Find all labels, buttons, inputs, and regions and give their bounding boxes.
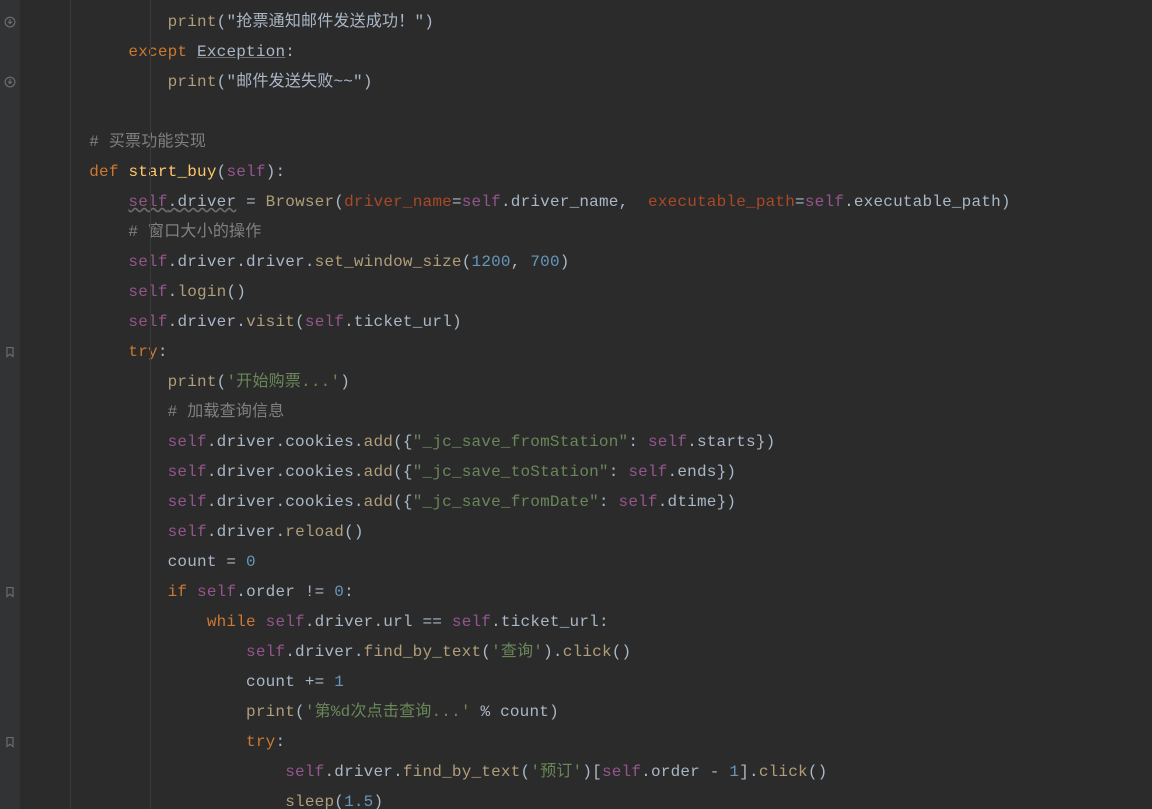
code-line[interactable]: self.driver.reload() (20, 517, 1152, 547)
bookmark-icon (4, 586, 16, 598)
code-line[interactable]: print("邮件发送失败~~") (20, 67, 1152, 97)
indent-guide (70, 0, 71, 809)
code-line[interactable]: self.driver.find_by_text('查询').click() (20, 637, 1152, 667)
bookmark-icon (4, 346, 16, 358)
code-line[interactable]: if self.order != 0: (20, 577, 1152, 607)
code-line[interactable]: print('第%d次点击查询...' % count) (20, 697, 1152, 727)
code-line[interactable]: while self.driver.url == self.ticket_url… (20, 607, 1152, 637)
code-line[interactable]: # 买票功能实现 (20, 127, 1152, 157)
gutter-row[interactable] (0, 577, 20, 607)
code-line[interactable]: count += 1 (20, 667, 1152, 697)
code-line[interactable]: # 窗口大小的操作 (20, 217, 1152, 247)
code-line[interactable]: self.driver.visit(self.ticket_url) (20, 307, 1152, 337)
code-editor[interactable]: print("抢票通知邮件发送成功！") except Exception: p… (20, 0, 1152, 809)
code-line[interactable]: self.driver.cookies.add({"_jc_save_toSta… (20, 457, 1152, 487)
code-line[interactable]: except Exception: (20, 37, 1152, 67)
method-override-icon (4, 76, 16, 88)
code-line[interactable]: # 加载查询信息 (20, 397, 1152, 427)
gutter-row[interactable] (0, 7, 20, 37)
code-line[interactable]: print('开始购票...') (20, 367, 1152, 397)
gutter-row[interactable] (0, 727, 20, 757)
code-line[interactable]: try: (20, 727, 1152, 757)
code-line[interactable]: def start_buy(self): (20, 157, 1152, 187)
indent-guide (150, 0, 151, 809)
gutter-row[interactable] (0, 67, 20, 97)
gutter-row[interactable] (0, 337, 20, 367)
code-line[interactable]: count = 0 (20, 547, 1152, 577)
editor-gutter (0, 0, 20, 809)
code-line[interactable]: self.driver.cookies.add({"_jc_save_fromS… (20, 427, 1152, 457)
code-line[interactable]: sleep(1.5) (20, 787, 1152, 809)
code-line[interactable]: try: (20, 337, 1152, 367)
code-line[interactable]: self.driver.find_by_text('预订')[self.orde… (20, 757, 1152, 787)
code-line[interactable] (20, 97, 1152, 127)
method-override-icon (4, 16, 16, 28)
code-line[interactable]: self.driver.driver.set_window_size(1200,… (20, 247, 1152, 277)
bookmark-icon (4, 736, 16, 748)
code-line[interactable]: print("抢票通知邮件发送成功！") (20, 7, 1152, 37)
code-line[interactable]: self.login() (20, 277, 1152, 307)
code-line[interactable]: self.driver.cookies.add({"_jc_save_fromD… (20, 487, 1152, 517)
code-line[interactable]: self.driver = Browser(driver_name=self.d… (20, 187, 1152, 217)
editor-viewport: print("抢票通知邮件发送成功！") except Exception: p… (0, 0, 1152, 809)
